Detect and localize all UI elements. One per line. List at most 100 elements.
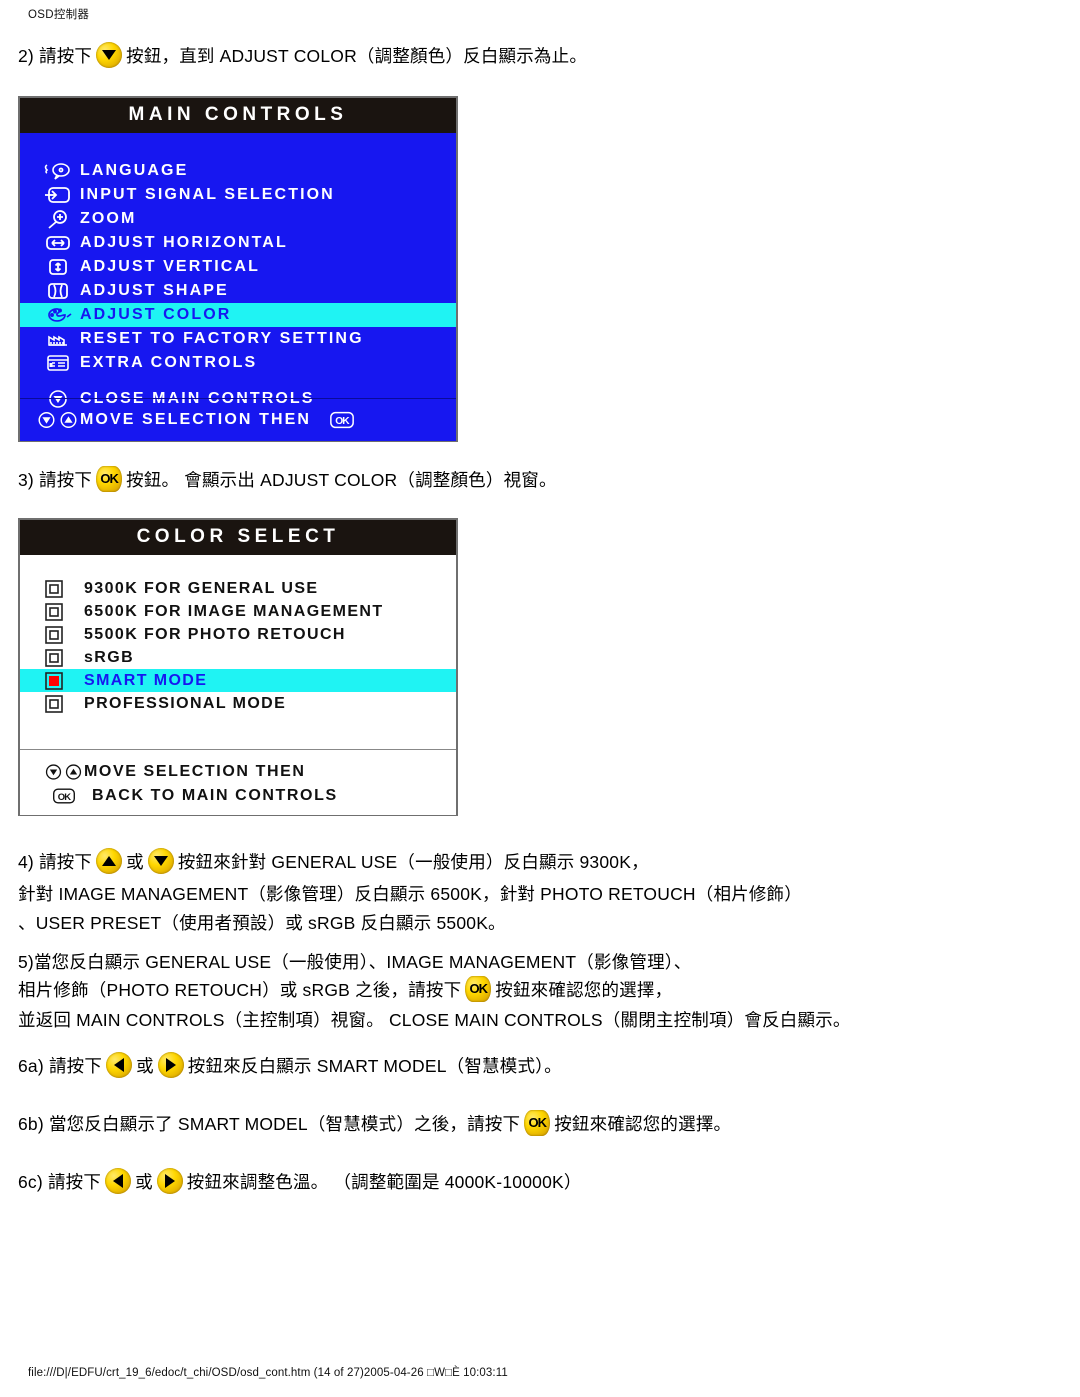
down-arrow-button[interactable] [96,42,123,68]
main-controls-item-adjust-horizontal[interactable]: ADJUST HORIZONTAL [20,231,456,255]
color-select-item-6500k[interactable]: 6500K FOR IMAGE MANAGEMENT [20,600,456,623]
osd-color-select-panel: COLOR SELECT 9300K FOR GENERAL USE 6500K… [18,518,458,816]
step-5-suffix: 按鈕來確認您的選擇， [495,980,673,1000]
triangle-right-icon [158,1052,184,1078]
main-controls-item-label: INPUT SIGNAL SELECTION [80,186,335,203]
ok-box-icon: OK [44,787,92,805]
step-3-prefix: 3) 請按下 [18,470,93,490]
color-select-item-label: SMART MODE [84,671,208,689]
main-controls-footer-icons [36,410,80,430]
left-arrow-button[interactable] [106,1052,133,1078]
triangle-left-icon [106,1052,132,1078]
ok-box-icon: OK [329,410,355,430]
step-2-suffix: 按鈕，直到 ADJUST COLOR（調整顏色）反白顯示為止。 [126,46,588,66]
step-6c-or: 或 [135,1172,153,1192]
radio-unselected-icon [44,648,84,668]
color-select-item-5500k[interactable]: 5500K FOR PHOTO RETOUCH [20,623,456,646]
extra-controls-icon [36,353,80,373]
step-4-prefix: 4) 請按下 [18,852,93,872]
step-5-line-1: 5)當您反白顯示 GENERAL USE（一般使用）、IMAGE MANAGEM… [18,952,692,972]
ok-label-icon: OK [100,471,119,486]
main-controls-item-label: RESET TO FACTORY SETTING [80,330,364,347]
down-arrow-button[interactable] [147,848,174,874]
step-6b-text: 6b) 當您反白顯示了 SMART MODEL（智慧模式）之後，請按下 OK 按鈕來… [18,1110,731,1138]
color-select-body: 9300K FOR GENERAL USE 6500K FOR IMAGE MA… [20,555,456,815]
vertical-arrows-icon [36,257,80,277]
main-controls-item-adjust-shape[interactable]: ADJUST SHAPE [20,279,456,303]
ok-button[interactable]: OK [96,466,123,492]
color-select-item-9300k[interactable]: 9300K FOR GENERAL USE [20,577,456,600]
color-select-item-label: 6500K FOR IMAGE MANAGEMENT [84,602,384,620]
left-arrow-button[interactable] [105,1168,132,1194]
down-circle-icon [36,410,57,430]
triangle-left-icon [105,1168,131,1194]
step-5-prefix: 相片修飾（PHOTO RETOUCH）或 sRGB 之後，請按下 [18,980,462,1000]
ok-button[interactable]: OK [524,1110,551,1136]
up-circle-icon [64,763,83,781]
color-select-title: COLOR SELECT [20,520,456,555]
speech-language-icon [36,161,80,181]
magnifier-plus-icon [36,209,80,229]
triangle-down-icon [96,42,122,68]
main-controls-item-reset-to-factory-setting[interactable]: RESET TO FACTORY SETTING [20,327,456,351]
right-arrow-button[interactable] [157,1052,184,1078]
ok-button[interactable]: OK [465,976,492,1002]
main-controls-body: LANGUAGE INPUT SIGNAL SELECTION ZOOM ADJ… [20,133,456,441]
color-select-item-srgb[interactable]: sRGB [20,646,456,669]
up-arrow-button[interactable] [96,848,123,874]
main-controls-footer-label: MOVE SELECTION THEN [80,411,312,428]
factory-icon [36,329,80,349]
main-controls-item-language[interactable]: LANGUAGE [20,159,456,183]
step-6c-text: 6c) 請按下 或 按鈕來調整色溫。 （調整範圍是 4000K-10000K） [18,1168,582,1196]
radio-unselected-icon [44,602,84,622]
main-controls-footer: MOVE SELECTION THEN OK [20,398,456,441]
main-controls-title: MAIN CONTROLS [20,98,456,133]
main-controls-item-extra-controls[interactable]: EXTRA CONTROLS [20,351,456,375]
radio-unselected-icon [44,625,84,645]
color-select-footer-row-back: OK BACK TO MAIN CONTROLS [44,784,456,808]
color-select-footer-move-icons [44,763,84,781]
color-select-item-professional-mode[interactable]: PROFESSIONAL MODE [20,692,456,715]
ok-label-icon: OK [469,981,489,996]
step-5-line-3: 並返回 MAIN CONTROLS（主控制項）視窗。 CLOSE MAIN CO… [18,1010,851,1030]
color-select-item-label: sRGB [84,648,135,666]
step-6c-prefix: 6c) 請按下 [18,1172,102,1192]
svg-text:OK: OK [335,416,350,427]
main-controls-list: LANGUAGE INPUT SIGNAL SELECTION ZOOM ADJ… [20,133,456,411]
color-select-footer-row-move: MOVE SELECTION THEN [44,760,456,784]
step-6b-prefix: 6b) 當您反白顯示了 SMART MODEL（智慧模式）之後，請按下 [18,1114,521,1134]
step-2-prefix: 2) 請按下 [18,46,93,66]
radio-unselected-icon [44,579,84,599]
main-controls-spacer [20,375,456,387]
step-4-suffix: 按鈕來針對 GENERAL USE（一般使用）反白顯示 9300K， [177,852,649,872]
step-3-suffix: 按鈕。 會顯示出 ADJUST COLOR（調整顏色）視窗。 [126,470,557,490]
step-6c-suffix: 按鈕來調整色溫。 （調整範圍是 4000K-10000K） [186,1172,582,1192]
main-controls-item-label: ADJUST HORIZONTAL [80,234,288,251]
input-signal-icon [36,185,80,205]
step-6a-prefix: 6a) 請按下 [18,1056,103,1076]
main-controls-item-label: ADJUST SHAPE [80,282,229,299]
step-4-line-3: 、USER PRESET（使用者預設）或 sRGB 反白顯示 5500K。 [18,913,506,933]
main-controls-item-label: EXTRA CONTROLS [80,354,258,371]
color-select-item-label: PROFESSIONAL MODE [84,694,287,712]
color-select-footer-move-label: MOVE SELECTION THEN [84,763,306,780]
shape-pincushion-icon [36,281,80,301]
color-select-item-smart-mode[interactable]: SMART MODE [20,669,456,692]
svg-text:OK: OK [58,791,71,802]
main-controls-item-adjust-vertical[interactable]: ADJUST VERTICAL [20,255,456,279]
main-controls-item-adjust-color[interactable]: ADJUST COLOR [20,303,456,327]
main-controls-item-label: ADJUST VERTICAL [80,258,260,275]
color-select-list: 9300K FOR GENERAL USE 6500K FOR IMAGE MA… [20,555,456,715]
main-controls-item-zoom[interactable]: ZOOM [20,207,456,231]
step-6a-text: 6a) 請按下 或 按鈕來反白顯示 SMART MODEL（智慧模式）。 [18,1052,562,1080]
step-3-text: 3) 請按下 OK 按鈕。 會顯示出 ADJUST COLOR（調整顏色）視窗。 [18,466,557,494]
main-controls-item-label: ZOOM [80,210,137,227]
color-select-item-label: 5500K FOR PHOTO RETOUCH [84,625,346,643]
radio-selected-icon [44,671,84,691]
color-select-item-label: 9300K FOR GENERAL USE [84,579,319,597]
step-6a-suffix: 按鈕來反白顯示 SMART MODEL（智慧模式）。 [187,1056,562,1076]
main-controls-item-input-signal-selection[interactable]: INPUT SIGNAL SELECTION [20,183,456,207]
triangle-up-icon [96,848,122,874]
right-arrow-button[interactable] [156,1168,183,1194]
ok-label-icon: OK [528,1115,547,1130]
